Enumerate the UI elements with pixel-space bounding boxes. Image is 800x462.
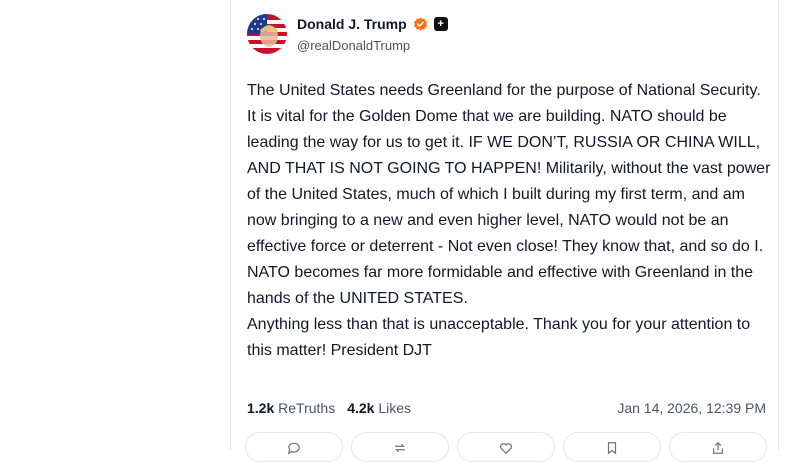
bookmark-button[interactable]: [563, 432, 661, 462]
likes-label: Likes: [378, 400, 412, 416]
post-card: Donald J. Trump + @realDonaldTrump The U…: [230, 0, 779, 462]
author-display-name[interactable]: Donald J. Trump: [297, 17, 407, 31]
like-button[interactable]: [457, 432, 555, 462]
reply-button[interactable]: [245, 432, 343, 462]
avatar-flag-icon: [247, 14, 287, 54]
name-row: Donald J. Trump +: [297, 16, 448, 32]
retruth-button[interactable]: [351, 432, 449, 462]
author-block: Donald J. Trump + @realDonaldTrump: [297, 16, 448, 52]
retruths-stat[interactable]: 1.2k ReTruths: [247, 400, 335, 416]
retruth-icon: [395, 443, 405, 453]
post-text: The United States needs Greenland for th…: [247, 82, 771, 359]
share-button[interactable]: [669, 432, 767, 462]
retruths-label: ReTruths: [278, 400, 336, 416]
verified-badge-icon: [413, 16, 428, 32]
action-bar: [245, 432, 767, 462]
share-icon: [713, 441, 723, 454]
post-header: Donald J. Trump + @realDonaldTrump: [247, 14, 448, 54]
reply-icon: [287, 442, 300, 455]
like-icon: [500, 443, 512, 455]
likes-stat[interactable]: 4.2k Likes: [347, 400, 411, 416]
avatar[interactable]: [247, 14, 287, 54]
likes-count: 4.2k: [347, 400, 375, 416]
retruths-count: 1.2k: [247, 400, 275, 416]
post-timestamp[interactable]: Jan 14, 2026, 12:39 PM: [617, 400, 766, 416]
plus-badge-icon: +: [433, 17, 448, 31]
post-stats: 1.2k ReTruths 4.2k Likes Jan 14, 2026, 1…: [247, 400, 766, 416]
bookmark-icon: [607, 442, 617, 455]
author-handle[interactable]: @realDonaldTrump: [297, 39, 448, 52]
